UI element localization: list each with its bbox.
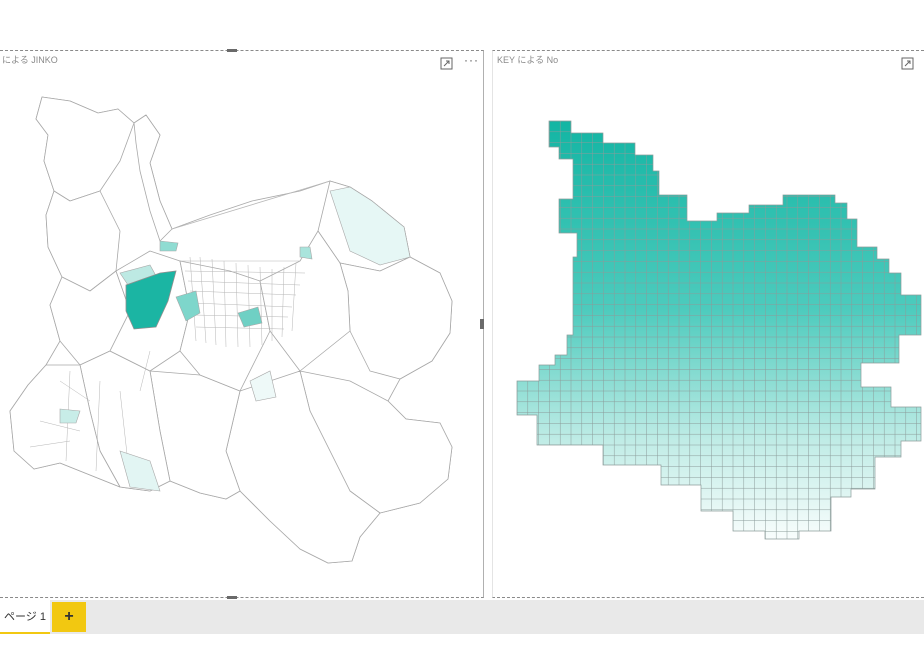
jinko-filled-map-visual[interactable]: による JINKO ···: [0, 49, 484, 599]
district-map: [9, 96, 453, 564]
add-page-button[interactable]: +: [52, 602, 86, 632]
report-header-space: [0, 0, 924, 48]
mesh-key-map-visual[interactable]: KEY による No: [492, 50, 924, 598]
page-tab-1[interactable]: ページ 1: [0, 600, 50, 634]
mesh-grid-map: [516, 120, 922, 540]
status-space: [0, 634, 924, 660]
page-tab-bar: ページ 1 +: [0, 600, 924, 634]
report-canvas: による JINKO ··· KEY による No ページ 1 +: [0, 0, 924, 660]
